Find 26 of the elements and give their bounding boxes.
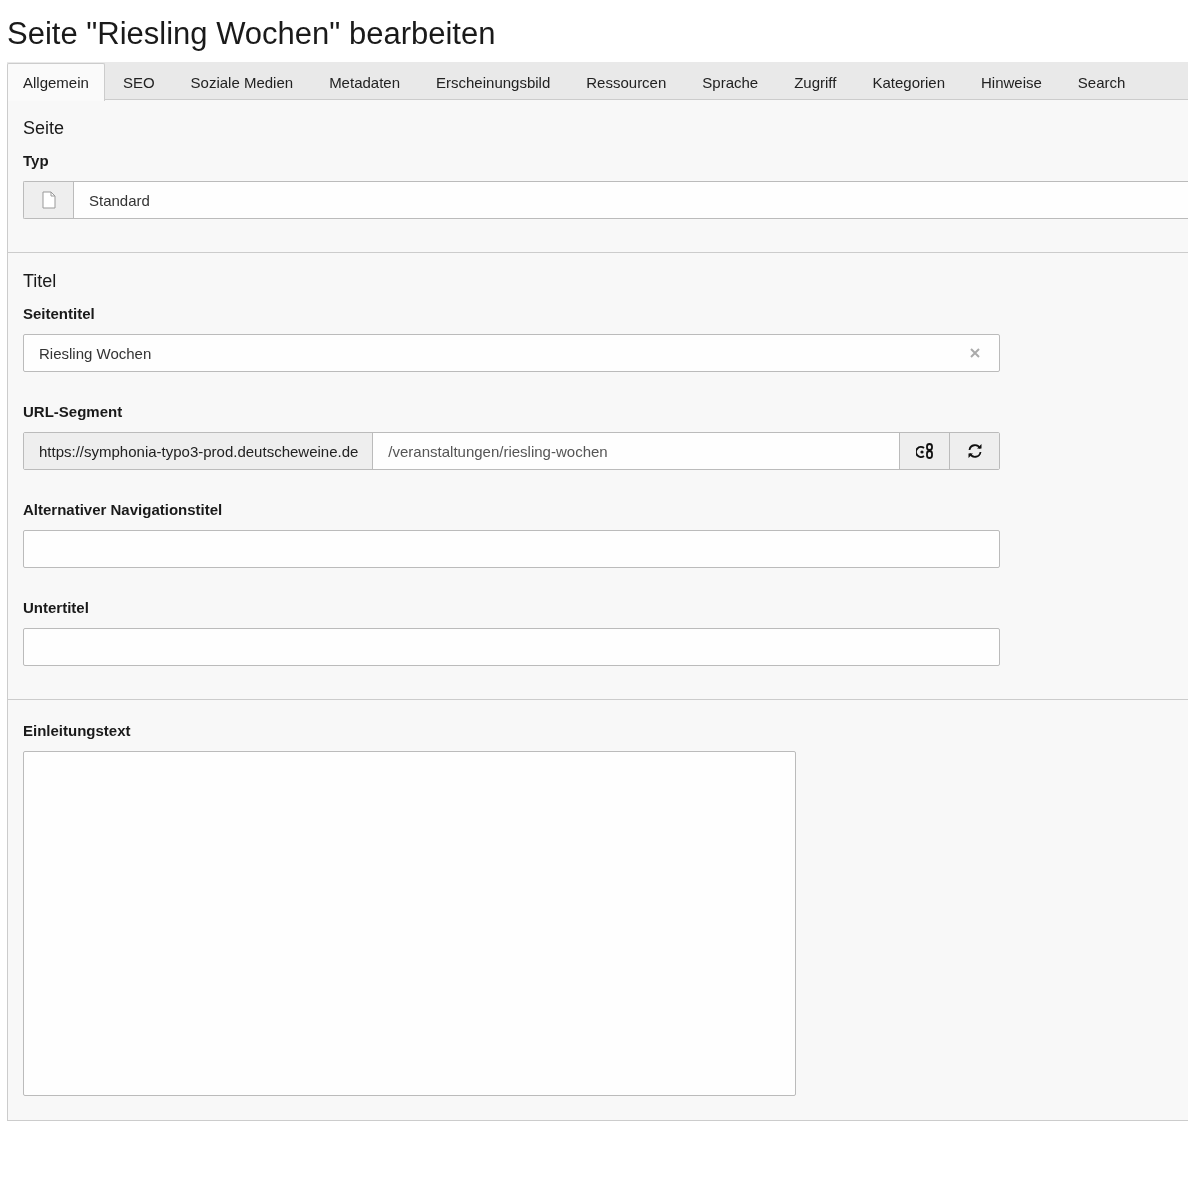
field-label: Alternativer Navigationstitel bbox=[23, 500, 223, 520]
tab[interactable]: SEO bbox=[104, 63, 173, 101]
field-label: Einleitungstext bbox=[23, 721, 131, 741]
input-field[interactable]: Riesling Wochen bbox=[23, 334, 1000, 372]
field-label: Seitentitel bbox=[23, 304, 95, 324]
field-label: Typ bbox=[23, 151, 49, 171]
section-title: Seite bbox=[23, 117, 65, 139]
type-select[interactable]: Standard bbox=[23, 181, 1188, 219]
tab[interactable]: Sprache bbox=[684, 63, 777, 101]
section-title: Titel bbox=[23, 270, 57, 292]
tab[interactable]: Metadaten bbox=[311, 63, 418, 101]
tab[interactable]: Ressourcen bbox=[568, 63, 685, 101]
input-field[interactable] bbox=[23, 628, 1000, 666]
tab[interactable]: Kategorien bbox=[854, 63, 963, 101]
tab[interactable]: Soziale Medien bbox=[172, 63, 312, 101]
tab[interactable]: Search bbox=[1059, 63, 1144, 101]
clear-icon[interactable] bbox=[970, 348, 980, 358]
tab[interactable]: Hinweise bbox=[963, 63, 1060, 101]
field-label: URL-Segment bbox=[23, 402, 123, 422]
page-icon bbox=[41, 191, 56, 209]
tab[interactable]: Allgemein bbox=[7, 63, 105, 101]
input-field[interactable] bbox=[23, 530, 1000, 568]
tab[interactable]: Erscheinungsbild bbox=[418, 63, 569, 101]
page-title: Seite "Riesling Wochen" bearbeiten bbox=[7, 16, 496, 52]
field-label: Untertitel bbox=[23, 598, 89, 618]
tab[interactable]: Zugriff bbox=[776, 63, 855, 101]
